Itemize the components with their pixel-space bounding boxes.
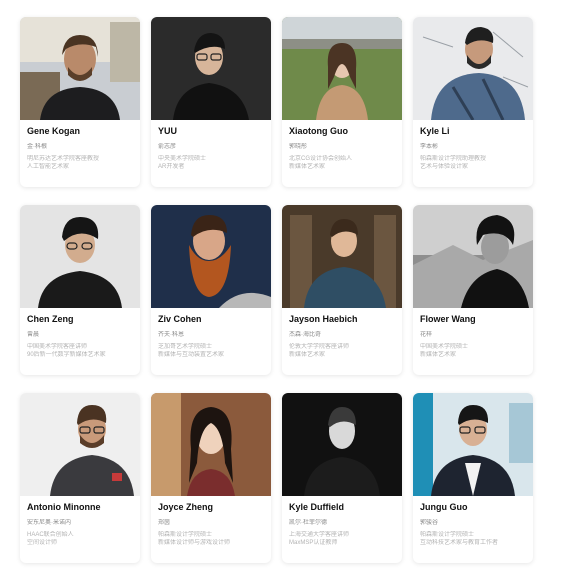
speaker-role: AR开发者 (158, 164, 185, 170)
speaker-name: Kyle Li (420, 126, 450, 136)
speaker-card[interactable]: Kyle Li 李本彬 帕森斯设计学院助理教授 艺术与体验设计家 (413, 17, 533, 187)
speaker-chinese-name: 曾晨 (27, 332, 40, 338)
speaker-chinese-name: 金·科根 (27, 144, 47, 150)
speaker-card[interactable]: Chen Zeng 曾晨 中国美术学院客座讲师 90后新一代数字新媒体艺术家 (20, 205, 140, 375)
speaker-role: 新媒体艺术家 (289, 164, 326, 170)
speaker-photo (151, 205, 271, 308)
speaker-card[interactable]: Jayson Haebich 杰森·海比奇 伦敦大学学院客座讲师 新媒体艺术家 (282, 205, 402, 375)
speaker-name: Kyle Duffield (289, 502, 345, 512)
speaker-title: 中国美术学院硕士 (420, 344, 469, 350)
speaker-name: Antonio Minonne (27, 502, 101, 512)
speaker-chinese-name: 俞志彦 (158, 144, 177, 150)
speaker-title: 帕森斯设计学院硕士 (420, 532, 475, 538)
speaker-title: 帕森斯设计学院助理教授 (420, 156, 487, 162)
speaker-photo (151, 393, 271, 496)
speaker-card[interactable]: Xiaotong Guo 郭晓彤 北京CG设计协会创始人 新媒体艺术家 (282, 17, 402, 187)
speaker-photo (282, 17, 402, 120)
speaker-card[interactable]: Kyle Duffield 凯尔·杜菲尔德 上海交通大学客座讲师 MaxMSP认… (282, 393, 402, 563)
speaker-title: 中央美术学院硕士 (158, 156, 207, 162)
speaker-role: 互动科技艺术家与教育工作者 (420, 540, 499, 546)
speaker-name: Jayson Haebich (289, 314, 358, 324)
speaker-name: Xiaotong Guo (289, 126, 348, 136)
speaker-chinese-name: 郭骏谷 (420, 520, 439, 526)
speaker-role: 空间设计师 (27, 540, 58, 546)
speaker-role: 新媒体与互动装置艺术家 (158, 352, 225, 358)
speaker-title: 帕森斯设计学院硕士 (158, 532, 213, 538)
speaker-photo (413, 205, 533, 308)
speaker-chinese-name: 郭晓彤 (289, 144, 308, 150)
speaker-chinese-name: 郑茵 (158, 520, 171, 526)
speaker-name: YUU (158, 126, 178, 136)
speaker-name: Gene Kogan (27, 126, 81, 136)
speaker-card[interactable]: Flower Wang 花梓 中国美术学院硕士 新媒体艺术家 (413, 205, 533, 375)
speaker-title: 明尼苏达艺术学院客座教授 (27, 156, 100, 162)
speaker-card[interactable]: Jungu Guo 郭骏谷 帕森斯设计学院硕士 互动科技艺术家与教育工作者 (413, 393, 533, 563)
speaker-photo (282, 205, 402, 308)
speaker-role: 新媒体设计师与游戏设计师 (158, 540, 231, 546)
speaker-role: 人工智能艺术家 (27, 164, 70, 170)
speaker-photo (20, 393, 140, 496)
speaker-chinese-name: 花梓 (420, 332, 433, 338)
speaker-chinese-name: 安东尼奥·米诺内 (27, 520, 71, 526)
speaker-title: 伦敦大学学院客座讲师 (289, 344, 350, 350)
speaker-card[interactable]: Antonio Minonne 安东尼奥·米诺内 HAAC联合创始人 空间设计师 (20, 393, 140, 563)
speaker-photo (151, 17, 271, 120)
speaker-card[interactable]: Gene Kogan 金·科根 明尼苏达艺术学院客座教授 人工智能艺术家 (20, 17, 140, 187)
speaker-name: Chen Zeng (27, 314, 74, 324)
speaker-title: 中国美术学院客座讲师 (27, 344, 88, 350)
speaker-card[interactable]: YUU 俞志彦 中央美术学院硕士 AR开发者 (151, 17, 271, 187)
speaker-chinese-name: 李本彬 (420, 144, 439, 150)
speaker-role: 90后新一代数字新媒体艺术家 (27, 352, 106, 358)
speaker-role: 新媒体艺术家 (289, 352, 326, 358)
speaker-name: Flower Wang (420, 314, 476, 324)
speaker-role: 艺术与体验设计家 (420, 164, 469, 170)
speaker-name: Joyce Zheng (158, 502, 214, 512)
speaker-role: MaxMSP认证教师 (289, 540, 338, 546)
speaker-name: Jungu Guo (420, 502, 468, 512)
speaker-photo (413, 17, 533, 120)
speaker-card[interactable]: Joyce Zheng 郑茵 帕森斯设计学院硕士 新媒体设计师与游戏设计师 (151, 393, 271, 563)
speaker-title: 芝加哥艺术学院硕士 (158, 344, 213, 350)
speaker-chinese-name: 齐夫·科恩 (158, 332, 184, 338)
speaker-card[interactable]: Ziv Cohen 齐夫·科恩 芝加哥艺术学院硕士 新媒体与互动装置艺术家 (151, 205, 271, 375)
speaker-chinese-name: 凯尔·杜菲尔德 (289, 520, 327, 526)
speaker-role: 新媒体艺术家 (420, 352, 457, 358)
speaker-name: Ziv Cohen (158, 314, 202, 324)
speaker-title: HAAC联合创始人 (27, 532, 74, 538)
speaker-photo (20, 205, 140, 308)
speaker-photo (413, 393, 533, 496)
speaker-chinese-name: 杰森·海比奇 (289, 332, 321, 338)
speaker-title: 北京CG设计协会创始人 (289, 156, 353, 162)
speaker-photo (282, 393, 402, 496)
speaker-grid: Gene Kogan 金·科根 明尼苏达艺术学院客座教授 人工智能艺术家 YUU… (20, 17, 533, 563)
speaker-photo (20, 17, 140, 120)
speaker-title: 上海交通大学客座讲师 (289, 532, 350, 538)
